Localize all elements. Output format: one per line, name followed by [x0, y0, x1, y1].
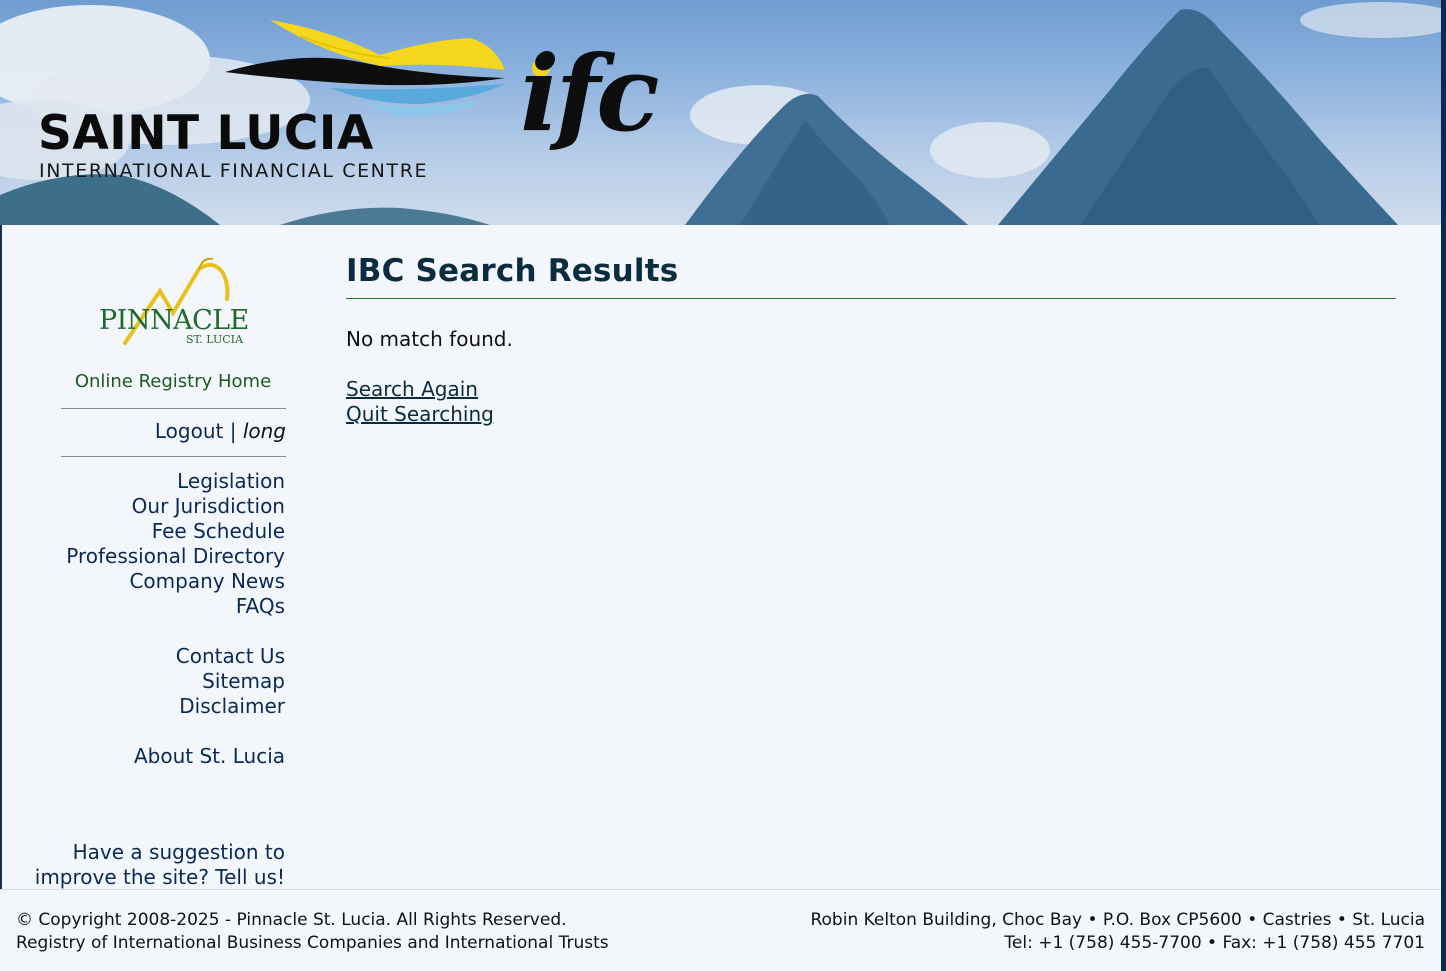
- nav-our-jurisdiction[interactable]: Our Jurisdiction: [66, 494, 285, 519]
- suggestion-line-1[interactable]: Have a suggestion to: [35, 840, 285, 865]
- pinnacle-brand-sub: ST. LUCIA: [186, 333, 243, 346]
- logout-row: Logout | long: [155, 419, 286, 443]
- nav-fee-schedule[interactable]: Fee Schedule: [66, 519, 285, 544]
- footer-divider: [0, 889, 1441, 890]
- footer-left: © Copyright 2008-2025 - Pinnacle St. Luc…: [16, 909, 609, 955]
- footer-contact: Tel: +1 (758) 455-7700 • Fax: +1 (758) 4…: [1004, 933, 1425, 953]
- result-actions: Search Again Quit Searching: [346, 377, 494, 427]
- nav-faqs[interactable]: FAQs: [66, 594, 285, 619]
- suggestion-line-2[interactable]: improve the site? Tell us!: [35, 865, 285, 890]
- quit-searching-link[interactable]: Quit Searching: [346, 402, 494, 427]
- sidebar-divider: [61, 408, 286, 409]
- footer-right: Robin Kelton Building, Choc Bay • P.O. B…: [810, 909, 1425, 955]
- suggestion-link[interactable]: Have a suggestion to improve the site? T…: [35, 840, 285, 890]
- right-border: [1441, 0, 1446, 971]
- username-label: long: [242, 419, 286, 443]
- logout-link[interactable]: Logout: [155, 419, 223, 443]
- page-title: IBC Search Results: [346, 253, 679, 289]
- nav-company-news[interactable]: Company News: [66, 569, 285, 594]
- nav-about-st-lucia[interactable]: About St. Lucia: [134, 744, 285, 769]
- ifc-logo: ifc: [520, 32, 660, 155]
- sidebar-nav-about: About St. Lucia: [134, 744, 285, 769]
- nav-contact-us[interactable]: Contact Us: [176, 644, 285, 669]
- sidebar-divider: [61, 456, 286, 457]
- no-match-message: No match found.: [346, 327, 513, 351]
- nav-sitemap[interactable]: Sitemap: [176, 669, 285, 694]
- nav-legislation[interactable]: Legislation: [66, 469, 285, 494]
- footer-copyright: © Copyright 2008-2025 - Pinnacle St. Luc…: [16, 910, 567, 930]
- footer-address: Robin Kelton Building, Choc Bay • P.O. B…: [810, 910, 1425, 930]
- logo-title: SAINT LUCIA: [38, 106, 374, 161]
- logout-separator: |: [229, 419, 237, 443]
- footer-registry: Registry of International Business Compa…: [16, 933, 609, 953]
- nav-disclaimer[interactable]: Disclaimer: [176, 694, 285, 719]
- pinnacle-brand-name: PINNACLE: [99, 305, 249, 336]
- left-border: [0, 225, 2, 889]
- nav-professional-directory[interactable]: Professional Directory: [66, 544, 285, 569]
- sidebar-nav-main: Legislation Our Jurisdiction Fee Schedul…: [66, 469, 285, 619]
- search-again-link[interactable]: Search Again: [346, 377, 494, 402]
- logo-subtitle: INTERNATIONAL FINANCIAL CENTRE: [39, 160, 429, 182]
- header-banner: SAINT LUCIA INTERNATIONAL FINANCIAL CENT…: [0, 0, 1441, 225]
- online-registry-home-link[interactable]: Online Registry Home: [0, 371, 346, 392]
- sidebar-nav-info: Contact Us Sitemap Disclaimer: [176, 644, 285, 719]
- title-divider: [346, 298, 1396, 299]
